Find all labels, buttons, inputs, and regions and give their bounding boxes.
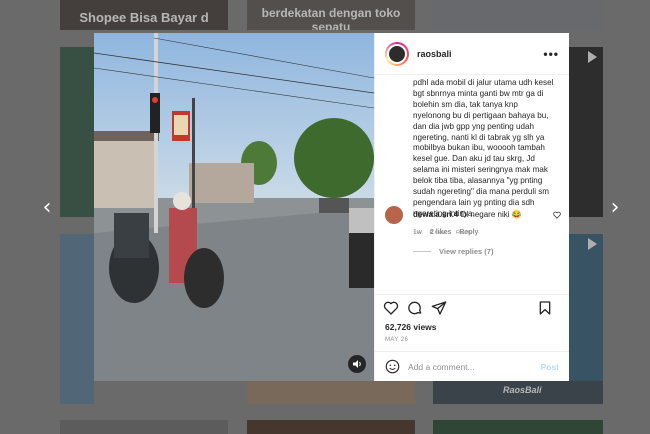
post-modal: raosbali ••• pdhl ada mobil di jalur uta…	[94, 33, 569, 381]
like-comment-heart-icon[interactable]	[553, 211, 561, 219]
reply-text: Di negare niki 😂	[460, 210, 522, 219]
reply-comment: dewa.a.sri.4 Di negare niki 😂	[385, 206, 561, 224]
like-heart-icon[interactable]	[383, 300, 399, 316]
comment-bubble-icon[interactable]	[407, 300, 423, 316]
more-options-icon[interactable]: •••	[543, 47, 559, 61]
post-date[interactable]: MAY 26	[375, 337, 569, 343]
view-replies-button[interactable]: View replies (7)	[413, 247, 557, 256]
view-replies-label: View replies (7)	[439, 246, 494, 256]
add-comment-bar: Post	[375, 351, 569, 381]
post-sidebar: raosbali ••• pdhl ada mobil di jalur uta…	[374, 33, 569, 381]
action-bar	[375, 294, 569, 320]
post-video[interactable]	[94, 33, 374, 381]
avatar[interactable]	[385, 41, 409, 66]
video-frame	[94, 33, 374, 381]
username-link[interactable]: raosbali	[417, 49, 452, 59]
reply-avatar[interactable]	[385, 206, 403, 224]
reply-username[interactable]: dewa.a.sri.4	[413, 210, 458, 219]
prev-post-chevron-left-icon[interactable]: ‹	[38, 197, 56, 219]
reply-body: dewa.a.sri.4 Di negare niki 😂	[413, 210, 522, 219]
post-header: raosbali •••	[375, 33, 569, 75]
share-paper-plane-icon[interactable]	[431, 300, 447, 316]
emoji-picker-icon[interactable]	[385, 359, 400, 374]
post-comment-button[interactable]: Post	[541, 362, 559, 372]
mute-toggle-speaker-icon[interactable]	[348, 355, 366, 373]
comment-text: pdhl ada mobil di jalur utama udh kesel …	[413, 78, 554, 218]
add-comment-input[interactable]	[408, 361, 541, 372]
next-post-chevron-right-icon[interactable]: ›	[606, 197, 624, 219]
comments-list[interactable]: pdhl ada mobil di jalur utama udh kesel …	[375, 75, 569, 294]
profile-picture	[387, 43, 407, 64]
view-count[interactable]: 62,726 views	[375, 322, 569, 332]
save-bookmark-icon[interactable]	[537, 300, 553, 316]
replies-divider	[413, 250, 431, 252]
